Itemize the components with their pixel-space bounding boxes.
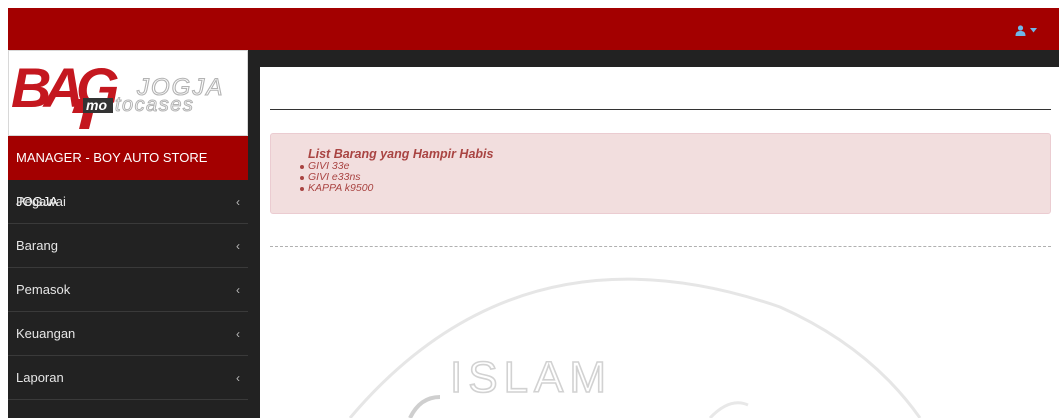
chevron-left-icon: ‹ xyxy=(236,282,240,297)
list-item: GIVI e33ns xyxy=(300,172,1050,183)
sidebar-item-keuangan[interactable]: Keuangan ‹ xyxy=(8,312,248,356)
chevron-left-icon: ‹ xyxy=(236,326,240,341)
sidebar-item-label: Keuangan xyxy=(16,326,76,341)
main-content: List Barang yang Hampir Habis GIVI 33e G… xyxy=(260,67,1059,418)
sidebar-item-label: Pemasok xyxy=(16,282,71,297)
sidebar: BAG mo JOGJA tocases MANAGER - BOY AUTO … xyxy=(8,50,248,418)
brand-logo[interactable]: BAG mo JOGJA tocases xyxy=(8,50,248,136)
sidebar-item-label: Barang xyxy=(16,238,58,253)
section-divider xyxy=(270,246,1051,247)
list-item: GIVI 33e xyxy=(300,161,1050,172)
role-title: MANAGER - BOY AUTO STORE JOGJA xyxy=(8,136,248,209)
page-header-divider xyxy=(270,109,1051,110)
chevron-left-icon: ‹ xyxy=(236,194,240,209)
caret-down-icon xyxy=(1030,28,1037,33)
user-menu-toggle[interactable] xyxy=(1015,25,1037,36)
chevron-left-icon: ‹ xyxy=(236,238,240,253)
list-item: KAPPA k9500 xyxy=(300,183,1050,194)
logo-badge-text: mo xyxy=(86,97,107,113)
sidebar-item-label: Pegawai xyxy=(16,194,66,209)
sidebar-menu: Pegawai ‹ Barang ‹ Pemasok ‹ Keuangan ‹ … xyxy=(8,180,248,400)
user-icon xyxy=(1015,25,1026,36)
low-stock-alert: List Barang yang Hampir Habis GIVI 33e G… xyxy=(270,133,1051,214)
alert-title: List Barang yang Hampir Habis xyxy=(308,147,494,161)
sidebar-item-barang[interactable]: Barang ‹ xyxy=(8,224,248,268)
logo-line2: tocases xyxy=(115,94,194,116)
sidebar-item-label: Laporan xyxy=(16,370,64,385)
university-watermark: ISLAM xyxy=(348,277,922,418)
sidebar-item-laporan[interactable]: Laporan ‹ xyxy=(8,356,248,400)
low-stock-list: GIVI 33e GIVI e33ns KAPPA k9500 xyxy=(300,161,1050,194)
sidebar-item-pemasok[interactable]: Pemasok ‹ xyxy=(8,268,248,312)
chevron-left-icon: ‹ xyxy=(236,370,240,385)
top-navbar xyxy=(8,8,1059,50)
sidebar-item-pegawai[interactable]: Pegawai ‹ xyxy=(8,180,248,224)
watermark-text: ISLAM xyxy=(450,353,612,402)
